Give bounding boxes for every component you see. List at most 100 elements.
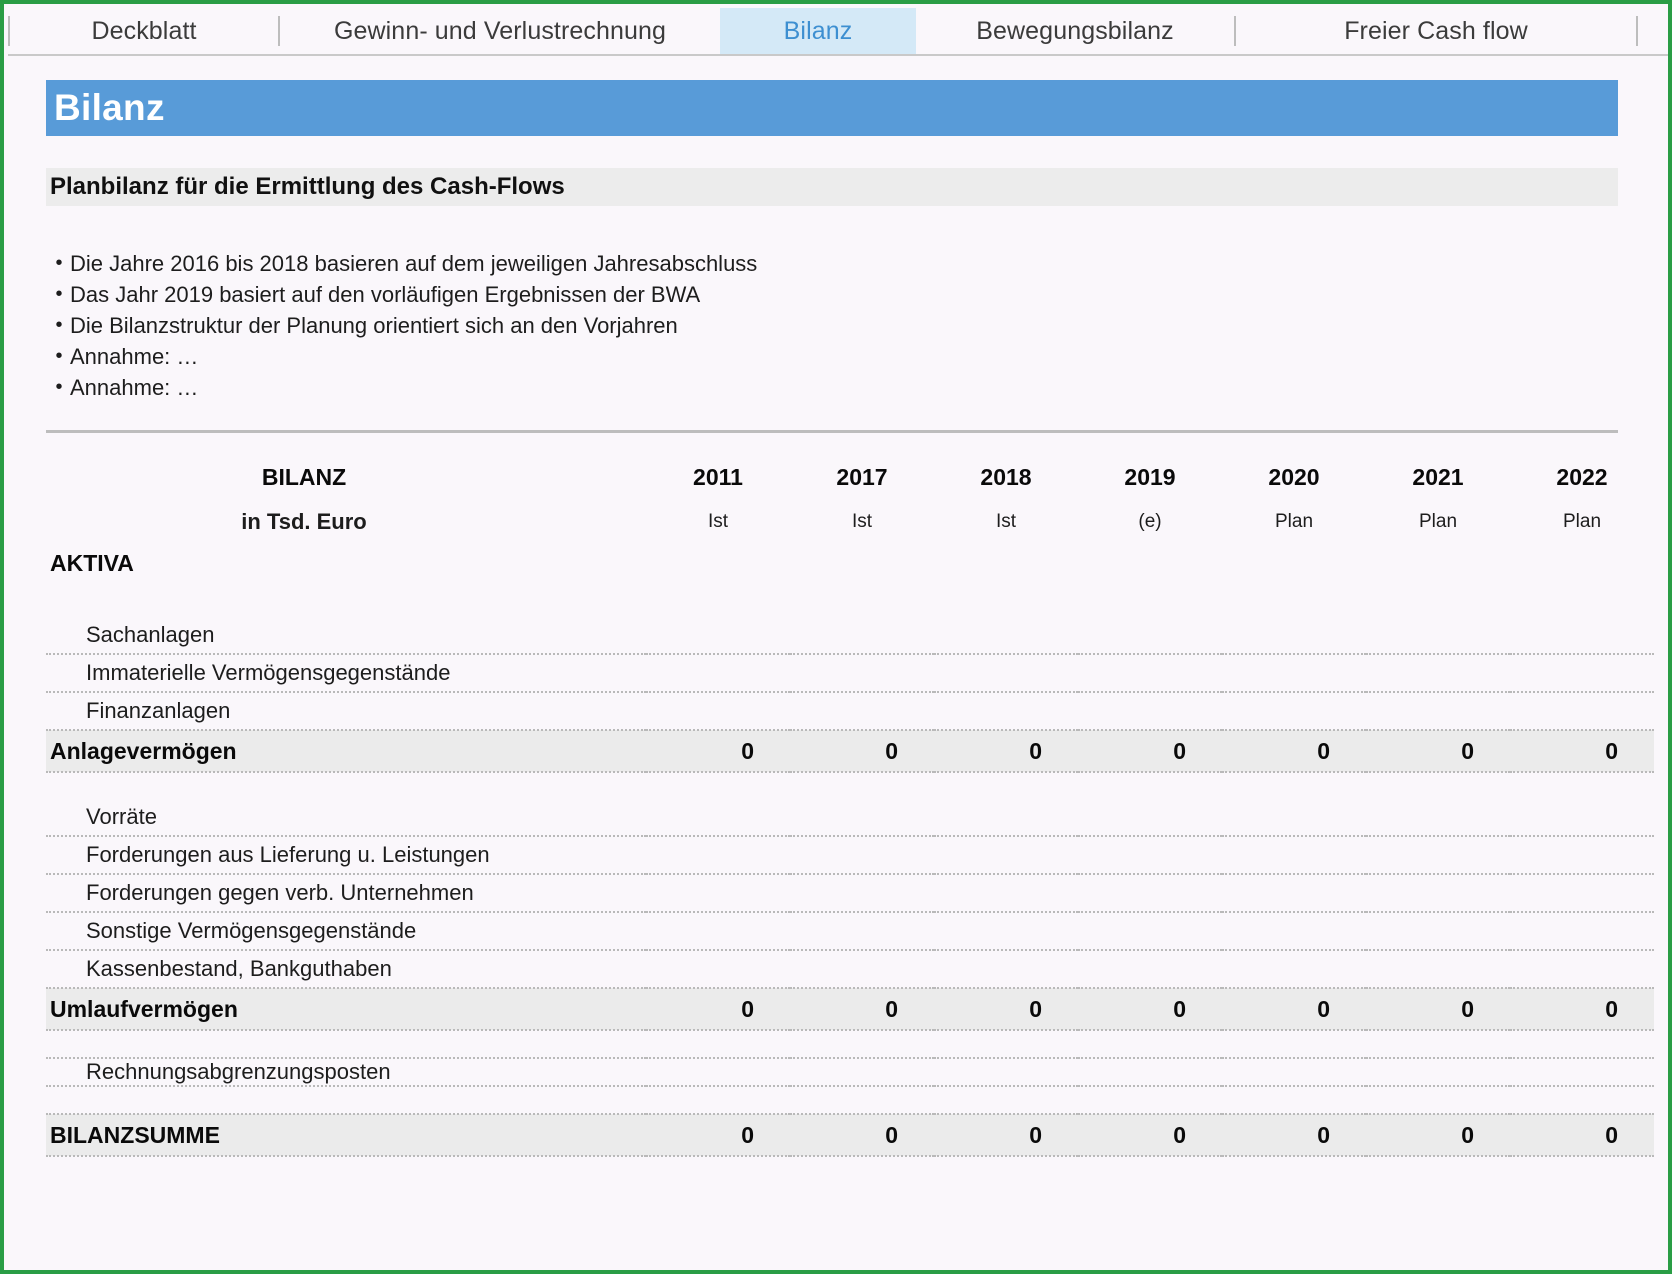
value-cell[interactable] (1510, 912, 1654, 950)
value-cell[interactable] (1510, 799, 1654, 836)
value-cell[interactable] (646, 836, 790, 874)
empty-cell (646, 1030, 790, 1058)
table-row[interactable]: Kassenbestand, Bankguthaben (46, 950, 1654, 988)
value-cell[interactable] (1366, 617, 1510, 654)
value-cell[interactable] (1222, 912, 1366, 950)
value-cell[interactable] (646, 654, 790, 692)
empty-cell (1078, 583, 1222, 617)
value-cell[interactable] (646, 617, 790, 654)
value-cell[interactable] (1366, 950, 1510, 988)
value-cell[interactable] (646, 912, 790, 950)
value-cell[interactable] (1510, 950, 1654, 988)
value-cell[interactable] (934, 692, 1078, 730)
tab-gewinn-und-verlustrechnung[interactable]: Gewinn- und Verlustrechnung (280, 8, 720, 54)
table-header-years: BILANZ 2011 2017 2018 2019 2020 2021 202… (46, 453, 1654, 501)
value-cell[interactable] (1366, 692, 1510, 730)
value-cell[interactable] (1510, 874, 1654, 912)
empty-cell (1078, 1086, 1222, 1114)
value-cell[interactable] (1222, 874, 1366, 912)
value-cell[interactable] (1078, 874, 1222, 912)
total-row-bilanzsumme[interactable]: BILANZSUMME 0 0 0 0 0 0 0 (46, 1114, 1654, 1156)
empty-cell (790, 1030, 934, 1058)
value-cell[interactable] (790, 799, 934, 836)
column-header-year: 2019 (1078, 453, 1222, 501)
value-cell[interactable] (1366, 799, 1510, 836)
value-cell[interactable] (1366, 1058, 1510, 1086)
value-cell[interactable] (646, 1058, 790, 1086)
value-cell[interactable] (1510, 692, 1654, 730)
table-row[interactable]: Forderungen gegen verb. Unternehmen (46, 874, 1654, 912)
value-cell[interactable] (934, 799, 1078, 836)
empty-cell (934, 583, 1078, 617)
table-row[interactable]: Finanzanlagen (46, 692, 1654, 730)
value-cell[interactable] (1510, 1058, 1654, 1086)
value-cell[interactable] (790, 617, 934, 654)
value-cell[interactable] (1078, 836, 1222, 874)
value-cell[interactable] (1078, 1058, 1222, 1086)
empty-cell (790, 1086, 934, 1114)
value-cell[interactable] (790, 912, 934, 950)
total-label: BILANZSUMME (46, 1114, 646, 1156)
column-header-kind: Plan (1510, 501, 1654, 543)
value-cell[interactable] (934, 836, 1078, 874)
value-cell[interactable] (1078, 692, 1222, 730)
total-row-umlaufvermoegen[interactable]: Umlaufvermögen 0 0 0 0 0 0 0 (46, 988, 1654, 1030)
value-cell[interactable] (1222, 836, 1366, 874)
value-cell[interactable] (1222, 654, 1366, 692)
value-cell[interactable] (790, 1058, 934, 1086)
value-cell[interactable] (1078, 654, 1222, 692)
value-cell[interactable] (1078, 950, 1222, 988)
value-cell[interactable] (1078, 617, 1222, 654)
total-value: 0 (646, 1114, 790, 1156)
total-value: 0 (1366, 730, 1510, 772)
value-cell[interactable] (646, 950, 790, 988)
tab-bewegungsbilanz[interactable]: Bewegungsbilanz (916, 8, 1234, 54)
table-row[interactable]: Sonstige Vermögensgegenstände (46, 912, 1654, 950)
table-row[interactable]: Sachanlagen (46, 617, 1654, 654)
value-cell[interactable] (934, 1058, 1078, 1086)
value-cell[interactable] (790, 692, 934, 730)
empty-cell (1510, 583, 1654, 617)
value-cell[interactable] (1366, 836, 1510, 874)
value-cell[interactable] (1366, 874, 1510, 912)
tab-freier-cash-flow[interactable]: Freier Cash flow (1236, 8, 1636, 54)
value-cell[interactable] (646, 692, 790, 730)
value-cell[interactable] (1222, 1058, 1366, 1086)
value-cell[interactable] (790, 654, 934, 692)
value-cell[interactable] (646, 799, 790, 836)
value-cell[interactable] (934, 950, 1078, 988)
total-value: 0 (1366, 1114, 1510, 1156)
value-cell[interactable] (1222, 950, 1366, 988)
value-cell[interactable] (1510, 836, 1654, 874)
empty-cell (1222, 1086, 1366, 1114)
value-cell[interactable] (1222, 617, 1366, 654)
tab-deckblatt[interactable]: Deckblatt (10, 8, 278, 54)
table-row[interactable]: Immaterielle Vermögensgegenstände (46, 654, 1654, 692)
value-cell[interactable] (934, 654, 1078, 692)
value-cell[interactable] (790, 836, 934, 874)
value-cell[interactable] (1510, 654, 1654, 692)
value-cell[interactable] (1366, 912, 1510, 950)
table-row-rechnungsabgrenzungsposten[interactable]: Rechnungsabgrenzungsposten (46, 1058, 1654, 1086)
value-cell[interactable] (1222, 799, 1366, 836)
empty-cell (934, 543, 1078, 583)
value-cell[interactable] (1510, 617, 1654, 654)
value-cell[interactable] (934, 617, 1078, 654)
table-row[interactable]: Vorräte (46, 799, 1654, 836)
list-item-label: Annahme: … (70, 372, 198, 403)
total-row-anlagevermoegen[interactable]: Anlagevermögen 0 0 0 0 0 0 0 (46, 730, 1654, 772)
total-value: 0 (1510, 1114, 1654, 1156)
value-cell[interactable] (1366, 654, 1510, 692)
tab-bilanz[interactable]: Bilanz (720, 8, 916, 54)
value-cell[interactable] (790, 874, 934, 912)
row-label: Immaterielle Vermögensgegenstände (46, 654, 646, 692)
value-cell[interactable] (1222, 692, 1366, 730)
table-row[interactable]: Forderungen aus Lieferung u. Leistungen (46, 836, 1654, 874)
value-cell[interactable] (1078, 799, 1222, 836)
value-cell[interactable] (1078, 912, 1222, 950)
value-cell[interactable] (646, 874, 790, 912)
value-cell[interactable] (790, 950, 934, 988)
value-cell[interactable] (934, 874, 1078, 912)
value-cell[interactable] (934, 912, 1078, 950)
list-item: • Das Jahr 2019 basiert auf den vorläufi… (48, 279, 1248, 310)
